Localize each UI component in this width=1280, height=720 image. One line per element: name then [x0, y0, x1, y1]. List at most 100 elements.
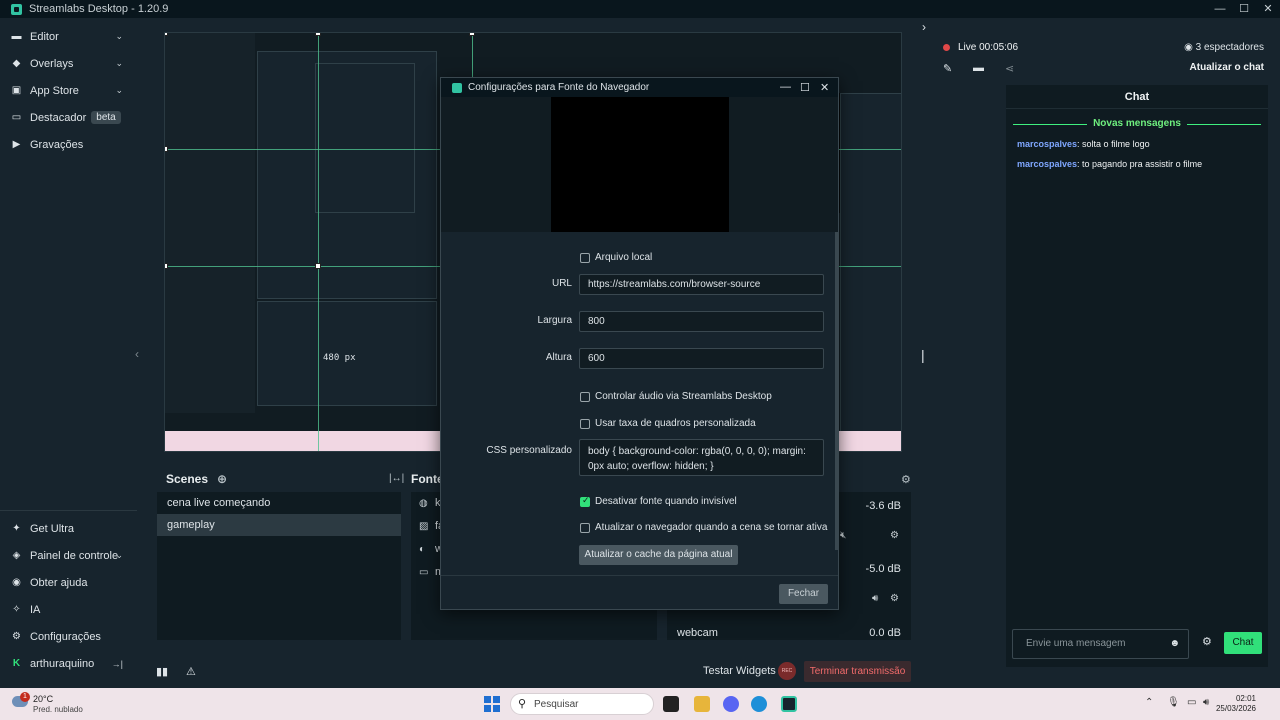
microphone-icon[interactable]: 🎙︎: [1167, 697, 1180, 708]
collapse-right-icon[interactable]: ›: [922, 20, 926, 34]
resize-handle[interactable]: [315, 263, 321, 269]
refresh-on-active-label: Atualizar o navegador quando a cena se t…: [595, 522, 828, 533]
resize-handle[interactable]: [315, 33, 321, 36]
refresh-cache-button[interactable]: Atualizar o cache da página atual: [579, 545, 738, 565]
performance-icon[interactable]: ▮▮: [156, 665, 168, 678]
height-field[interactable]: 600: [579, 348, 824, 369]
sidebar-item-account[interactable]: K arthuraquiino →|: [0, 650, 137, 677]
start-button[interactable]: [484, 696, 500, 712]
sidebar-item-label: Get Ultra: [30, 522, 75, 535]
mixer-label: webcam: [677, 627, 718, 639]
close-button[interactable]: Fechar: [779, 584, 828, 604]
webcam-icon: ◐: [419, 544, 426, 555]
sources-header: Fonte: [411, 471, 444, 487]
dialog-title-bar: Configurações para Fonte do Navegador — …: [441, 78, 838, 97]
volume-icon[interactable]: 🔊︎: [1203, 697, 1209, 708]
mixer-settings-icon[interactable]: ⚙: [901, 473, 911, 486]
logout-icon[interactable]: →|: [112, 659, 123, 669]
scene-item[interactable]: cena live começando: [157, 492, 401, 514]
source-preview: [441, 97, 838, 232]
sidebar-item-get-ultra[interactable]: ✦ Get Ultra: [0, 515, 137, 542]
audio-control-checkbox[interactable]: [580, 392, 590, 402]
volume-icon[interactable]: 🔊︎: [872, 593, 878, 604]
scene-item[interactable]: gameplay: [157, 514, 401, 536]
alert-icon[interactable]: ⚠: [186, 665, 196, 678]
css-field[interactable]: body { background-color: rgba(0, 0, 0, 0…: [579, 439, 824, 476]
edit-icon[interactable]: ✎: [943, 62, 952, 75]
mute-icon[interactable]: 🔇︎: [840, 530, 846, 541]
audio-control-label: Controlar áudio via Streamlabs Desktop: [595, 391, 772, 402]
kick-icon: K: [12, 658, 21, 669]
windows-taskbar: 1 20°C Pred. nublado ⚲ Pesquisar ⌃ 🎙︎ ▭ …: [0, 688, 1280, 720]
network-icon[interactable]: ▭: [1187, 697, 1196, 708]
sidebar-item-dashboard[interactable]: ◈ Painel de controle ⌄: [0, 542, 137, 569]
chat-send-button[interactable]: Chat: [1224, 632, 1262, 654]
ultra-icon: ✦: [12, 523, 21, 534]
chat-settings-icon[interactable]: ⚙: [1202, 635, 1212, 648]
refresh-on-active-checkbox[interactable]: [580, 523, 590, 533]
scenes-header: Scenes ⊕: [166, 471, 227, 487]
weather-widget[interactable]: 1 20°C Pred. nublado: [10, 692, 100, 716]
css-label: CSS personalizado: [486, 445, 572, 456]
streamlabs-icon[interactable]: [781, 696, 797, 712]
resize-handle[interactable]: [165, 263, 168, 269]
chat-username[interactable]: marcospalves: [1017, 139, 1077, 149]
add-scene-icon[interactable]: ⊕: [217, 472, 227, 486]
maximize-button[interactable]: ☐: [1232, 0, 1256, 18]
chat-input[interactable]: Envie uma mensagem ☻: [1012, 629, 1189, 659]
dialog-title: Configurações para Fonte do Navegador: [468, 82, 650, 93]
close-window-button[interactable]: ✕: [1256, 0, 1280, 18]
file-explorer-icon[interactable]: [694, 696, 710, 712]
dashboard-icon: ◈: [12, 550, 21, 561]
resize-handle[interactable]: |: [921, 347, 925, 363]
app-logo-icon: [452, 83, 462, 93]
resize-handle[interactable]: [165, 146, 168, 152]
chat-title: Chat: [1006, 85, 1268, 109]
taskbar-search[interactable]: ⚲ Pesquisar: [510, 693, 654, 715]
local-file-checkbox[interactable]: [580, 253, 590, 263]
sidebar-item-app-store[interactable]: ▣ App Store ⌄: [0, 77, 137, 104]
viewer-count: ◉ 3 espectadores: [1184, 42, 1264, 53]
tray-expand-icon[interactable]: ⌃: [1145, 697, 1153, 708]
refresh-chat-button[interactable]: Atualizar o chat: [1190, 62, 1264, 73]
sidebar-item-label: IA: [30, 603, 41, 616]
gear-icon[interactable]: ⚙: [890, 530, 899, 541]
shutdown-when-hidden-checkbox[interactable]: [580, 495, 590, 507]
task-view-icon[interactable]: [663, 696, 679, 712]
sidebar-item-recordings[interactable]: ▶ Gravações: [0, 131, 137, 158]
custom-fps-checkbox[interactable]: [580, 419, 590, 429]
width-field[interactable]: 800: [579, 311, 824, 332]
sidebar-item-editor[interactable]: ▬ Editor ⌄: [0, 23, 137, 50]
discord-icon[interactable]: [723, 696, 739, 712]
test-widgets-button[interactable]: Testar Widgets: [703, 665, 776, 677]
gear-icon[interactable]: ⚙: [890, 593, 899, 604]
system-clock[interactable]: 02:01 25/03/2026: [1216, 694, 1256, 714]
share-icon[interactable]: ⋖: [1005, 62, 1014, 75]
minimize-button[interactable]: —: [780, 81, 791, 93]
close-dialog-button[interactable]: ✕: [820, 81, 829, 94]
edge-icon[interactable]: [751, 696, 767, 712]
minimize-button[interactable]: —: [1208, 0, 1232, 18]
folder-icon[interactable]: ▬: [973, 62, 984, 74]
collapse-left-icon[interactable]: ‹: [135, 347, 139, 361]
url-field[interactable]: https://streamlabs.com/browser-source: [579, 274, 824, 295]
end-stream-button[interactable]: Terminar transmissão: [804, 661, 911, 682]
sidebar-item-label: Painel de controle: [30, 549, 119, 562]
emoji-icon[interactable]: ☻: [1169, 630, 1180, 658]
sidebar-item-help[interactable]: ◉ Obter ajuda: [0, 569, 137, 596]
sidebar-item-highlighter[interactable]: ▭ Destacador beta: [0, 104, 137, 131]
chat-text: : to pagando pra assistir o filme: [1077, 159, 1203, 169]
resize-handle[interactable]: [165, 33, 168, 36]
rec-button[interactable]: REC: [778, 662, 796, 680]
resize-handle[interactable]: [469, 33, 475, 36]
status-bar: ▮▮ ⚠ Testar Widgets REC Terminar transmi…: [148, 658, 918, 686]
maximize-button[interactable]: ☐: [800, 81, 810, 94]
local-file-label: Arquivo local: [595, 252, 653, 263]
url-label: URL: [551, 278, 572, 289]
chat-username[interactable]: marcospalves: [1017, 159, 1077, 169]
sidebar-item-overlays[interactable]: ◆ Overlays ⌄: [0, 50, 137, 77]
settings-icon: ⚙: [12, 631, 21, 642]
scene-transitions-icon[interactable]: |↔|: [389, 473, 404, 484]
sidebar-item-settings[interactable]: ⚙ Configurações: [0, 623, 137, 650]
sidebar-item-ai[interactable]: ✧ IA: [0, 596, 137, 623]
